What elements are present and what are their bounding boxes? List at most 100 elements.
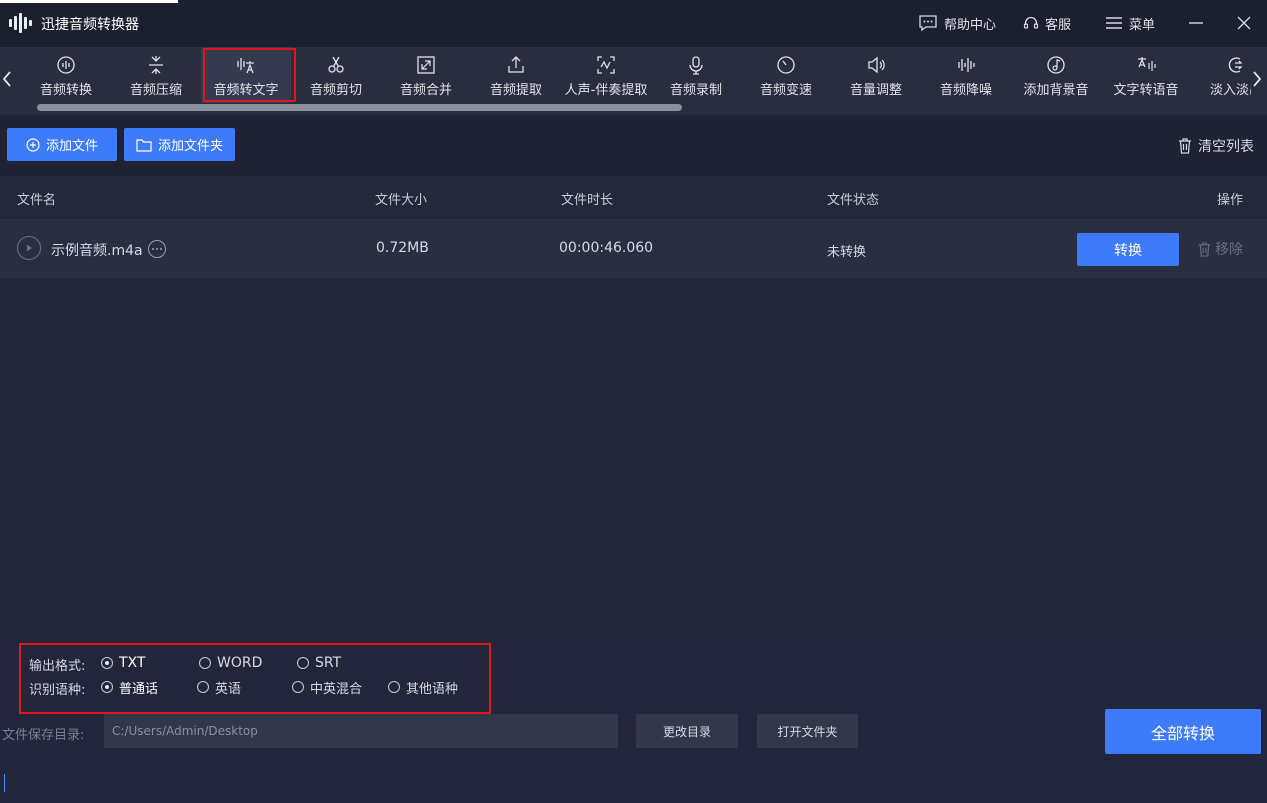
- vocal-extract-icon: [597, 56, 615, 74]
- remove-label: 移除: [1215, 242, 1243, 258]
- toolbar-scroll-left-button[interactable]: [0, 67, 14, 91]
- language-radio-english[interactable]: 英语: [197, 678, 242, 697]
- trash-icon: [1198, 241, 1211, 257]
- add-folder-button[interactable]: 添加文件夹: [124, 128, 235, 161]
- scissors-icon: [328, 56, 344, 73]
- tool-volume-adjust[interactable]: 音量调整: [831, 47, 921, 103]
- header-file-size: 文件大小: [375, 193, 428, 208]
- tool-label: 音频降噪: [939, 83, 992, 98]
- trash-icon: [1179, 138, 1191, 154]
- menu-button[interactable]: 菜单: [1105, 12, 1155, 34]
- tool-label: 人声-伴奏提取: [564, 83, 648, 98]
- clear-list-label: 清空列表: [1198, 139, 1254, 155]
- radio-unchecked-icon: [199, 657, 211, 669]
- language-radio-other[interactable]: 其他语种: [388, 678, 458, 697]
- minimize-button[interactable]: [1185, 12, 1207, 34]
- tool-add-background-music[interactable]: 添加背景音: [1011, 47, 1101, 103]
- convert-button[interactable]: 转换: [1077, 233, 1179, 266]
- speed-dial-icon: [777, 56, 795, 74]
- chevron-left-icon: [2, 71, 11, 87]
- plus-circle-icon: [26, 137, 40, 152]
- radio-checked-icon: [101, 681, 113, 693]
- tool-label: 音频合并: [399, 83, 452, 98]
- tool-audio-speed[interactable]: 音频变速: [741, 47, 831, 103]
- close-button[interactable]: [1233, 12, 1255, 34]
- help-center-label: 帮助中心: [944, 17, 997, 33]
- file-list-area: [0, 218, 1267, 628]
- tool-label: 音频转文字: [213, 83, 279, 98]
- tool-label: 音频录制: [669, 83, 722, 98]
- tool-fade[interactable]: 淡入淡出: [1191, 47, 1251, 103]
- title-tab-indicator: [0, 0, 178, 3]
- language-option-label: 英语: [215, 681, 242, 697]
- format-option-label: TXT: [119, 655, 146, 671]
- radio-unchecked-icon: [197, 681, 209, 693]
- compress-icon: [149, 56, 163, 74]
- customer-service-label: 客服: [1045, 17, 1072, 33]
- tool-audio-record[interactable]: 音频录制: [651, 47, 741, 103]
- convert-all-button[interactable]: 全部转换: [1105, 709, 1261, 754]
- tool-audio-merge[interactable]: 音频合并: [381, 47, 471, 103]
- toolbar-scrollbar[interactable]: [37, 104, 682, 111]
- language-radio-mixed[interactable]: 中英混合: [292, 678, 363, 697]
- tool-audio-to-text[interactable]: 音频转文字: [201, 47, 291, 103]
- tool-label: 音频变速: [759, 83, 812, 98]
- add-file-label: 添加文件: [45, 139, 98, 154]
- tool-label: 淡入淡出: [1209, 83, 1251, 98]
- toolbar-scroll-right-button[interactable]: [1250, 67, 1264, 91]
- format-radio-srt[interactable]: SRT: [297, 654, 341, 672]
- file-status: 未转换: [827, 245, 867, 260]
- background-music-icon: [1047, 56, 1065, 74]
- save-directory-label: 文件保存目录:: [2, 728, 85, 743]
- audio-to-text-icon: [237, 58, 254, 74]
- add-file-button[interactable]: 添加文件: [7, 128, 117, 161]
- customer-service-button[interactable]: 客服: [1023, 12, 1071, 34]
- title-bar: 迅捷音频转换器 帮助中心 客服 菜单: [0, 0, 1267, 47]
- header-operations: 操作: [1217, 193, 1244, 208]
- add-folder-label: 添加文件夹: [157, 139, 223, 154]
- tool-audio-extract[interactable]: 音频提取: [471, 47, 561, 103]
- file-size: 0.72MB: [376, 240, 429, 256]
- table-row: 示例音频.m4a 0.72MB 00:00:46.060 未转换 转换 移除: [0, 219, 1267, 278]
- format-radio-word[interactable]: WORD: [199, 654, 262, 672]
- play-button[interactable]: [17, 236, 41, 260]
- tool-label: 音频剪切: [309, 83, 362, 98]
- file-more-button[interactable]: [148, 240, 166, 258]
- save-path-input[interactable]: [104, 714, 618, 748]
- help-center-button[interactable]: 帮助中心: [918, 12, 996, 34]
- remove-button[interactable]: 移除: [1198, 240, 1243, 258]
- tool-label: 音频转换: [39, 83, 92, 98]
- output-format-label: 输出格式:: [29, 659, 86, 674]
- text-cursor: [4, 774, 5, 792]
- clear-list-button[interactable]: 清空列表: [1178, 136, 1254, 156]
- tool-label: 文字转语音: [1113, 83, 1179, 98]
- tool-label: 音量调整: [849, 83, 902, 98]
- tool-text-to-speech[interactable]: 文字转语音: [1101, 47, 1191, 103]
- toolbar-tools: 音频转换 音频压缩 音频转文字 音频剪切 音频合并 音频提取 人声-伴奏提取 音…: [21, 47, 1251, 103]
- microphone-icon: [689, 56, 703, 75]
- header-file-name: 文件名: [17, 193, 57, 208]
- tool-audio-denoise[interactable]: 音频降噪: [921, 47, 1011, 103]
- close-icon: [1237, 16, 1251, 30]
- language-option-label: 中英混合: [310, 681, 363, 697]
- tool-label: 音频提取: [489, 83, 542, 98]
- app-title: 迅捷音频转换器: [41, 17, 139, 33]
- change-directory-button[interactable]: 更改目录: [636, 714, 738, 748]
- chat-help-icon: [919, 15, 937, 32]
- minimize-icon: [1189, 22, 1203, 24]
- denoise-icon: [958, 58, 975, 72]
- music-disc-icon: [57, 56, 75, 74]
- tool-audio-convert[interactable]: 音频转换: [21, 47, 111, 103]
- tool-label: 音频压缩: [129, 83, 182, 98]
- format-option-label: WORD: [217, 655, 263, 671]
- language-radio-mandarin[interactable]: 普通话: [101, 678, 159, 697]
- radio-unchecked-icon: [292, 681, 304, 693]
- tool-audio-cut[interactable]: 音频剪切: [291, 47, 381, 103]
- format-option-label: SRT: [315, 655, 342, 671]
- tool-audio-compress[interactable]: 音频压缩: [111, 47, 201, 103]
- open-folder-button[interactable]: 打开文件夹: [757, 714, 858, 748]
- language-option-label: 普通话: [119, 681, 159, 697]
- play-icon: [27, 244, 32, 252]
- tool-vocal-extract[interactable]: 人声-伴奏提取: [561, 47, 651, 103]
- format-radio-txt[interactable]: TXT: [101, 654, 145, 672]
